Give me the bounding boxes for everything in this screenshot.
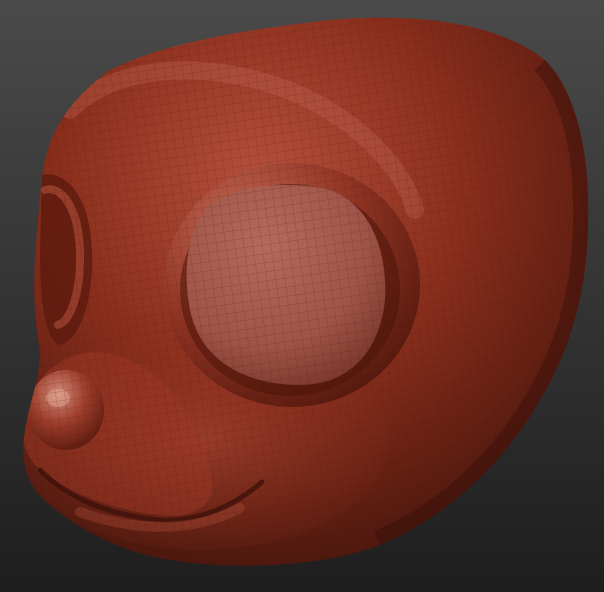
sculpt-viewport[interactable] <box>0 0 604 592</box>
viewport-canvas[interactable] <box>0 0 604 592</box>
